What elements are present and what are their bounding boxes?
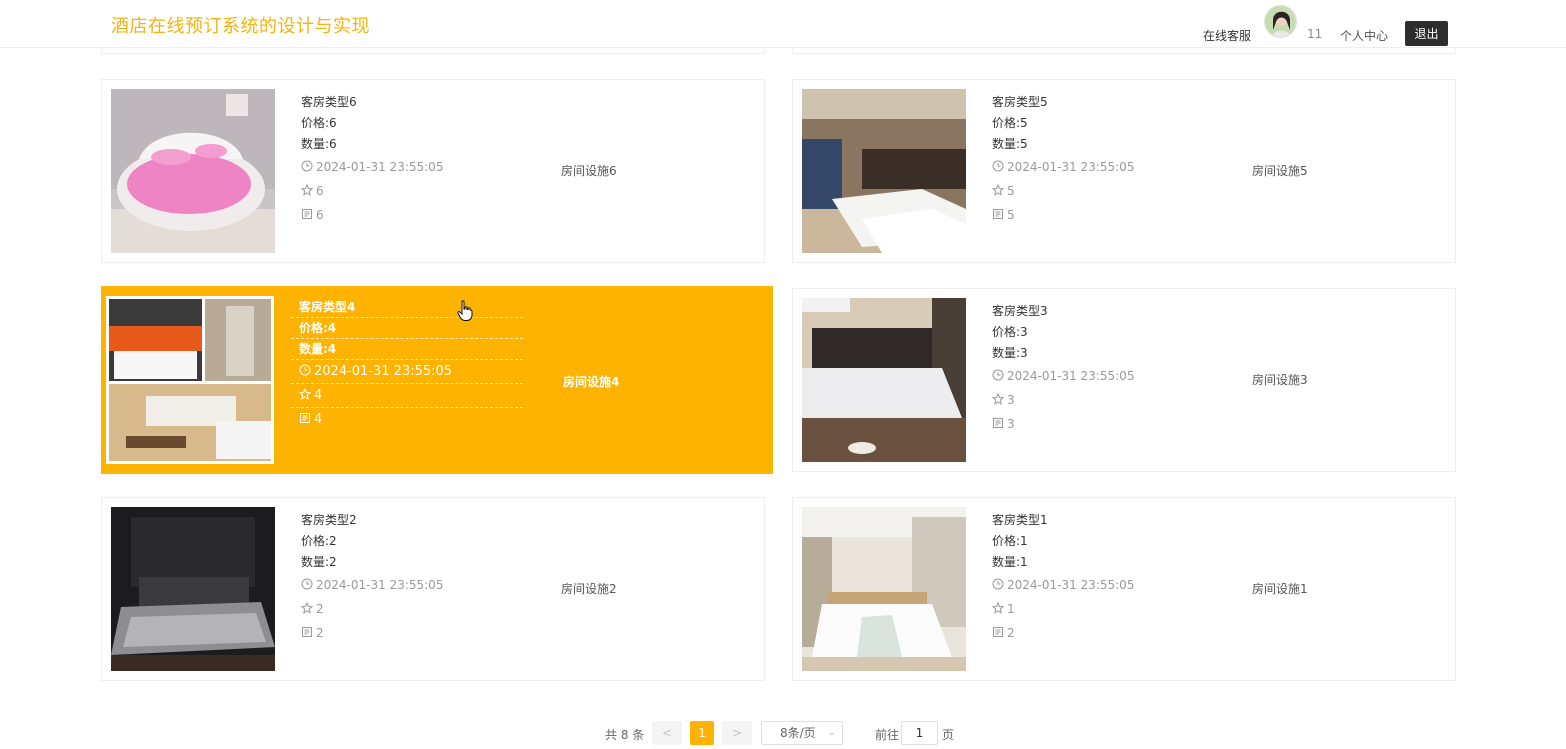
- room-quantity: 数量:1: [992, 555, 1028, 569]
- room-stars: 2: [316, 602, 324, 616]
- room-time: 2024-01-31 23:55:05: [1007, 160, 1135, 174]
- star-icon[interactable]: [301, 184, 313, 196]
- personal-center-link[interactable]: 个人中心: [1340, 27, 1388, 44]
- room-image[interactable]: [802, 507, 966, 671]
- room-type: 客房类型5: [992, 95, 1048, 109]
- room-card[interactable]: 客房类型5 价格:5 数量:5 2024-01-31 23:55:05 5 5 …: [792, 79, 1456, 263]
- room-type: 客房类型2: [301, 513, 357, 527]
- username: 11: [1307, 27, 1323, 41]
- room-stars: 5: [1007, 184, 1015, 198]
- comment-icon[interactable]: [301, 208, 313, 220]
- room-image[interactable]: [106, 296, 274, 464]
- room-price: 价格:1: [992, 534, 1028, 548]
- top-header: 酒店在线预订系统的设计与实现 在线客服 11 个人中心 退出: [0, 0, 1566, 48]
- room-card[interactable]: 客房类型3 价格:3 数量:3 2024-01-31 23:55:05 3 3 …: [792, 288, 1456, 472]
- room-comments: 3: [1007, 417, 1015, 431]
- room-image[interactable]: [111, 89, 275, 253]
- star-icon[interactable]: [992, 393, 1004, 405]
- site-title[interactable]: 酒店在线预订系统的设计与实现: [111, 12, 370, 38]
- room-facility: 房间设施3: [1252, 373, 1308, 387]
- room-type: 客房类型1: [992, 513, 1048, 527]
- room-facility: 房间设施4: [563, 375, 620, 389]
- room-price: 价格:4: [291, 318, 523, 339]
- customer-service-link[interactable]: 在线客服: [1203, 27, 1251, 44]
- clock-icon: [301, 578, 313, 590]
- page-size-select[interactable]: 8条/页 ⌄: [761, 721, 843, 745]
- room-time: 2024-01-31 23:55:05: [314, 364, 453, 379]
- room-time: 2024-01-31 23:55:05: [316, 578, 444, 592]
- room-comments: 6: [316, 208, 324, 222]
- room-stars: 3: [1007, 393, 1015, 407]
- room-comments: 2: [316, 626, 324, 640]
- next-page-button[interactable]: >: [722, 721, 752, 745]
- page-suffix-label: 页: [942, 728, 955, 742]
- prev-row-remnant: [792, 48, 1456, 54]
- room-price: 价格:2: [301, 534, 337, 548]
- room-card[interactable]: 客房类型2 价格:2 数量:2 2024-01-31 23:55:05 2 2 …: [101, 497, 765, 681]
- star-icon[interactable]: [992, 602, 1004, 614]
- logout-button[interactable]: 退出: [1405, 21, 1448, 46]
- room-quantity: 数量:2: [301, 555, 337, 569]
- room-quantity: 数量:6: [301, 137, 337, 151]
- room-stars: 6: [316, 184, 324, 198]
- room-quantity: 数量:3: [992, 346, 1028, 360]
- room-facility: 房间设施5: [1252, 164, 1308, 178]
- star-icon[interactable]: [992, 184, 1004, 196]
- room-quantity: 数量:4: [291, 339, 523, 360]
- clock-icon: [301, 160, 313, 172]
- room-comments: 2: [1007, 626, 1015, 640]
- page-number-1[interactable]: 1: [690, 721, 714, 745]
- prev-row-remnant: [101, 48, 765, 54]
- avatar[interactable]: [1264, 5, 1297, 38]
- star-icon[interactable]: [301, 602, 313, 614]
- pagination: 共 8 条 < 1 > 8条/页 ⌄ 前往 页: [0, 721, 1566, 745]
- room-stars: 1: [1007, 602, 1015, 616]
- room-card[interactable]: 客房类型6 价格:6 数量:6 2024-01-31 23:55:05 6 6 …: [101, 79, 765, 263]
- room-quantity: 数量:5: [992, 137, 1028, 151]
- room-type: 客房类型4: [291, 297, 523, 318]
- prev-page-button[interactable]: <: [652, 721, 682, 745]
- room-comments: 4: [314, 412, 323, 427]
- room-price: 价格:5: [992, 116, 1028, 130]
- star-icon[interactable]: [299, 388, 311, 400]
- room-stars: 4: [314, 388, 323, 403]
- goto-label: 前往: [875, 728, 900, 742]
- room-type: 客房类型6: [301, 95, 357, 109]
- clock-icon: [992, 578, 1004, 590]
- clock-icon: [992, 369, 1004, 381]
- comment-icon[interactable]: [992, 417, 1004, 429]
- comment-icon[interactable]: [301, 626, 313, 638]
- room-facility: 房间设施1: [1252, 582, 1308, 596]
- room-image[interactable]: [111, 507, 275, 671]
- comment-icon[interactable]: [992, 626, 1004, 638]
- pagination-total: 共 8 条: [605, 728, 645, 742]
- goto-page-input[interactable]: [901, 721, 938, 745]
- room-card[interactable]: 客房类型4 价格:4 数量:4 2024-01-31 23:55:05 4 4 …: [101, 286, 773, 474]
- hand-cursor-icon: [457, 300, 473, 321]
- clock-icon: [992, 160, 1004, 172]
- page-size-value: 8条/页: [780, 726, 816, 740]
- room-comments: 5: [1007, 208, 1015, 222]
- room-price: 价格:3: [992, 325, 1028, 339]
- comment-icon[interactable]: [299, 412, 311, 424]
- room-image[interactable]: [802, 298, 966, 462]
- room-card[interactable]: 客房类型1 价格:1 数量:1 2024-01-31 23:55:05 1 2 …: [792, 497, 1456, 681]
- comment-icon[interactable]: [992, 208, 1004, 220]
- room-time: 2024-01-31 23:55:05: [316, 160, 444, 174]
- chevron-down-icon: ⌄: [827, 727, 836, 738]
- room-image[interactable]: [802, 89, 966, 253]
- room-price: 价格:6: [301, 116, 337, 130]
- room-facility: 房间设施2: [561, 582, 617, 596]
- room-time: 2024-01-31 23:55:05: [1007, 578, 1135, 592]
- room-time: 2024-01-31 23:55:05: [1007, 369, 1135, 383]
- room-type: 客房类型3: [992, 304, 1048, 318]
- room-facility: 房间设施6: [561, 164, 617, 178]
- clock-icon: [299, 364, 311, 376]
